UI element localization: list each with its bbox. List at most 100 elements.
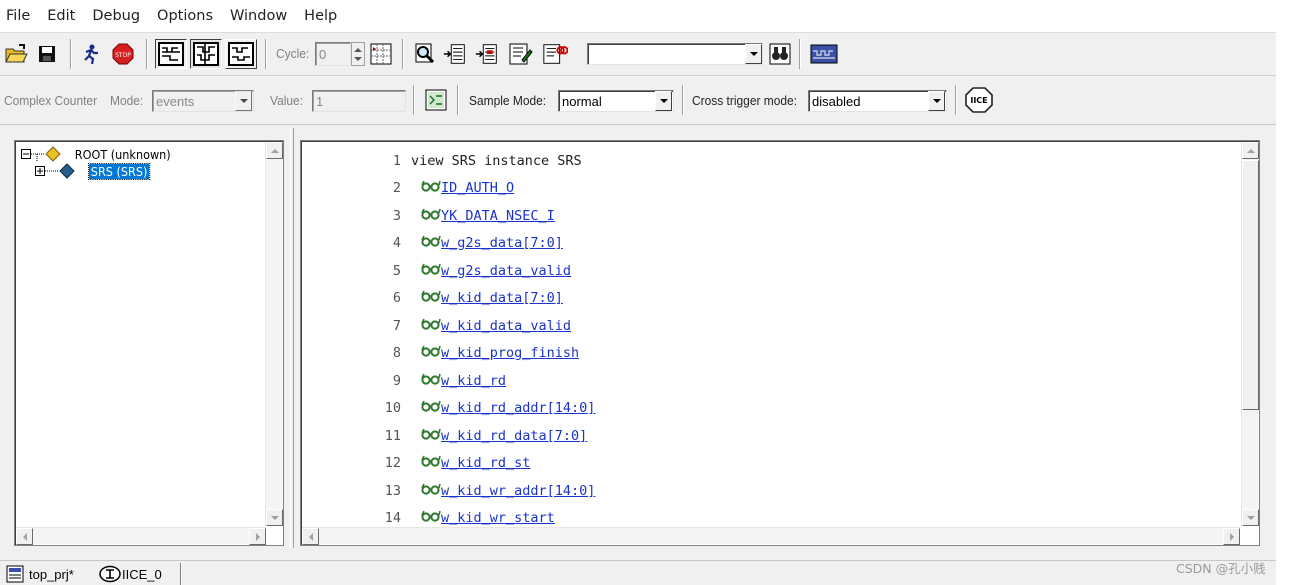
- cycle-input[interactable]: 0: [315, 42, 351, 66]
- signal-link[interactable]: w_kid_wr_addr[14:0]: [441, 483, 595, 499]
- cycle-grid-icon[interactable]: [368, 41, 394, 67]
- cycle-spinner[interactable]: [351, 42, 365, 66]
- code-line-signal: 9 w_kid_rd: [361, 371, 506, 391]
- code-line-signal: 14 w_kid_wr_start: [361, 508, 555, 525]
- tree-expander-icon[interactable]: [21, 163, 87, 179]
- line-number: 8: [392, 345, 401, 361]
- find-binoculars-icon[interactable]: [767, 41, 793, 67]
- edit-signal-icon[interactable]: [508, 41, 534, 67]
- tree-node-root[interactable]: ROOT (unknown): [21, 146, 184, 162]
- menu-help[interactable]: Help: [304, 8, 337, 24]
- zoom-search-icon[interactable]: [412, 41, 438, 67]
- iice-tab-icon: [99, 565, 121, 583]
- sample-mode-label: Sample Mode:: [469, 93, 547, 108]
- scroll-left-button[interactable]: [16, 528, 33, 545]
- signal-link[interactable]: w_kid_rd_st: [441, 455, 530, 471]
- watch-glasses-icon[interactable]: [421, 428, 441, 444]
- waveform-view-3-icon[interactable]: [225, 39, 257, 69]
- cross-trigger-select[interactable]: disabled: [808, 90, 947, 112]
- code-line-signal: 11 w_kid_rd_data[7:0]: [361, 426, 588, 446]
- tree-expander-icon[interactable]: [21, 146, 71, 162]
- tree-horizontal-scrollbar[interactable]: [16, 527, 266, 545]
- scroll-right-button[interactable]: [1223, 528, 1240, 545]
- menu-file[interactable]: File: [6, 8, 30, 24]
- trigger-signal-icon[interactable]: [542, 41, 568, 67]
- menu-options[interactable]: Options: [157, 8, 213, 24]
- menu-window[interactable]: Window: [230, 8, 287, 24]
- counter-value-input[interactable]: 1: [312, 90, 406, 112]
- tree-label-srs[interactable]: SRS (SRS): [88, 162, 151, 180]
- code-line-signal: 5 w_g2s_data_valid: [361, 261, 571, 281]
- signal-link[interactable]: w_g2s_data[7:0]: [441, 235, 563, 251]
- scroll-left-button[interactable]: [302, 528, 319, 545]
- stop-icon[interactable]: STOP: [110, 41, 136, 67]
- iice-icon[interactable]: IICE: [963, 86, 995, 114]
- insert-signal-icon[interactable]: [442, 41, 468, 67]
- watch-glasses-icon[interactable]: [421, 483, 441, 499]
- watch-glasses-icon[interactable]: [421, 400, 441, 416]
- cross-trigger-dropdown[interactable]: [928, 91, 945, 111]
- watch-glasses-icon[interactable]: [421, 345, 441, 361]
- watch-glasses-icon[interactable]: [421, 290, 441, 306]
- signal-link[interactable]: w_kid_rd_data[7:0]: [441, 428, 587, 444]
- watch-glasses-icon[interactable]: [421, 318, 441, 334]
- tree-vertical-scrollbar[interactable]: [265, 142, 283, 526]
- project-icon: [6, 565, 24, 583]
- signal-link[interactable]: w_kid_data[7:0]: [441, 290, 563, 306]
- line-number: 5: [392, 262, 401, 279]
- trigger-config-icon[interactable]: [423, 87, 449, 113]
- watch-glasses-icon[interactable]: [421, 208, 441, 224]
- scroll-down-button[interactable]: [1242, 509, 1259, 526]
- scroll-up-button[interactable]: [1242, 142, 1259, 159]
- sample-mode-dropdown[interactable]: [655, 91, 672, 111]
- signal-link[interactable]: w_kid_wr_start: [441, 510, 555, 525]
- signal-combo[interactable]: [587, 43, 763, 65]
- signal-link[interactable]: w_kid_prog_finish: [441, 345, 579, 361]
- menu-edit[interactable]: Edit: [47, 8, 75, 24]
- watermark-text: CSDN @孔小贱: [1176, 561, 1266, 576]
- code-horizontal-scrollbar[interactable]: [302, 527, 1240, 545]
- instance-tree-pane: ROOT (unknown) SRS (SRS): [14, 140, 284, 546]
- waveform-display-icon[interactable]: [809, 41, 839, 67]
- app-window: File Edit Debug Options Window Help STOP: [0, 0, 1276, 585]
- document-tab-bar: top_prj* IICE_0: [0, 560, 1276, 585]
- scroll-up-button[interactable]: [266, 142, 283, 159]
- open-folder-icon[interactable]: [3, 41, 29, 67]
- line-number: 6: [392, 290, 401, 306]
- insert-bus-icon[interactable]: [474, 41, 500, 67]
- code-line-signal: 8 w_kid_prog_finish: [361, 343, 579, 363]
- scroll-thumb[interactable]: [1242, 160, 1259, 410]
- code-vertical-scrollbar[interactable]: [1241, 142, 1259, 526]
- waveform-view-2-icon[interactable]: [190, 39, 222, 69]
- counter-mode-dropdown[interactable]: [235, 91, 252, 111]
- source-view-pane: 1 view SRS instance SRS 2 ID_AUTH_O 3 YK_DA…: [300, 140, 1260, 546]
- pane-splitter[interactable]: [290, 128, 294, 548]
- signal-link[interactable]: w_kid_data_valid: [441, 318, 571, 334]
- signal-combo-dropdown[interactable]: [745, 44, 762, 64]
- save-disk-icon[interactable]: [34, 41, 60, 67]
- waveform-view-1-icon[interactable]: [155, 39, 187, 69]
- signal-link[interactable]: w_g2s_data_valid: [441, 263, 571, 279]
- signal-link[interactable]: w_kid_rd_addr[14:0]: [441, 400, 595, 416]
- scroll-right-button[interactable]: [249, 528, 266, 545]
- watch-glasses-icon[interactable]: [421, 455, 441, 471]
- line-number: 9: [392, 372, 401, 389]
- watch-glasses-icon[interactable]: [421, 510, 441, 525]
- tree-node-srs[interactable]: SRS (SRS): [21, 162, 156, 180]
- watch-glasses-icon[interactable]: [421, 263, 441, 279]
- menu-debug[interactable]: Debug: [92, 8, 140, 24]
- tree-label-root[interactable]: ROOT (unknown): [73, 147, 172, 162]
- code-line-signal: 3 YK_DATA_NSEC_I: [361, 206, 555, 226]
- watch-glasses-icon[interactable]: [421, 180, 441, 196]
- watch-glasses-icon[interactable]: [421, 373, 441, 389]
- signal-link[interactable]: YK_DATA_NSEC_I: [441, 208, 555, 224]
- run-icon[interactable]: [78, 41, 104, 67]
- main-toolbar: STOP Cycle: 0: [0, 32, 1276, 76]
- signal-link[interactable]: w_kid_rd: [441, 373, 506, 389]
- signal-link[interactable]: ID_AUTH_O: [441, 180, 514, 196]
- scroll-down-button[interactable]: [266, 509, 283, 526]
- tab-top-prj[interactable]: top_prj*: [6, 563, 74, 585]
- watch-glasses-icon[interactable]: [421, 235, 441, 251]
- tab-iice-0[interactable]: IICE_0: [98, 563, 162, 585]
- tab-label: IICE_0: [122, 566, 162, 582]
